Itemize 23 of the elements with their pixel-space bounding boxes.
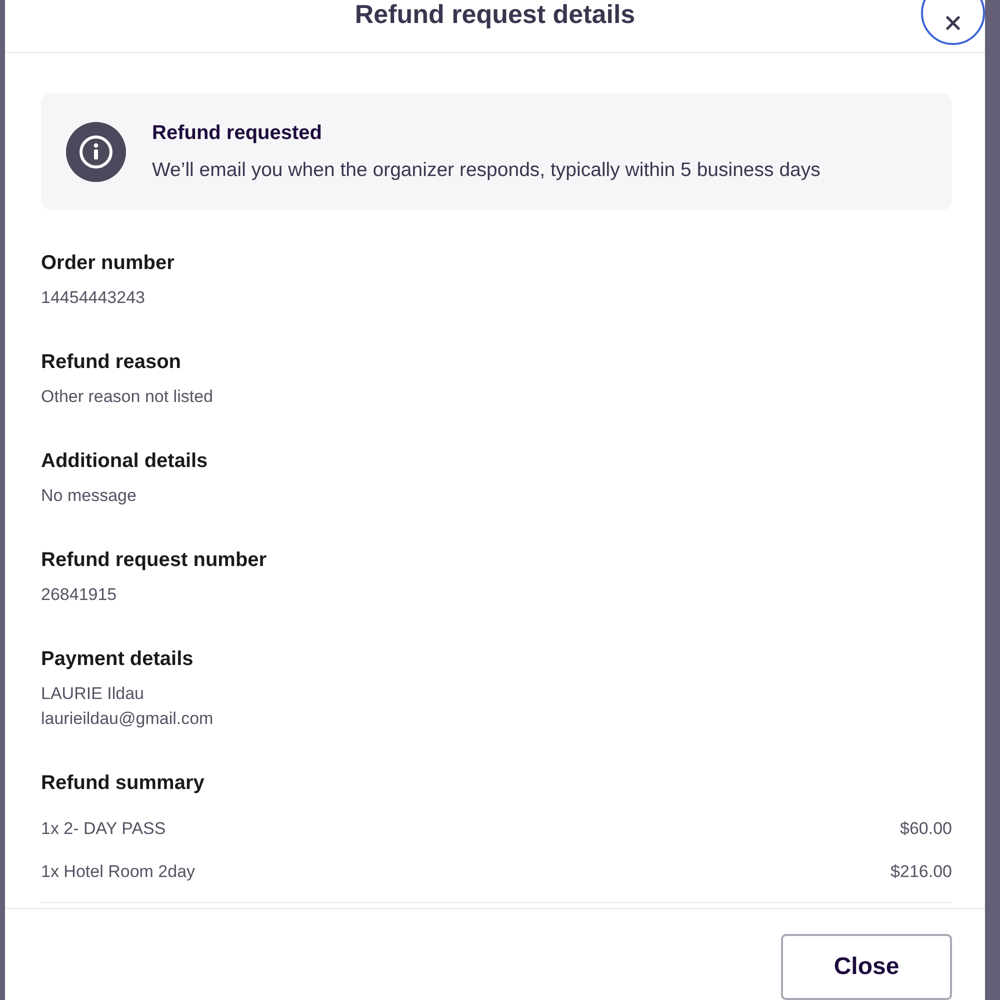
section-value: LAURIE Ildau [41,683,144,705]
close-icon [946,16,960,30]
section-heading: Refund reason [41,350,182,374]
section-heading: Refund summary [41,771,204,795]
item-amount: $60.00 [900,818,952,840]
section-value: laurieildau@gmail.com [41,708,214,730]
dialog-title: Refund request details [354,0,636,29]
item-description: 1x 2- DAY PASS [41,818,166,840]
section-heading: Additional details [41,449,208,473]
section-heading: Refund request number [41,548,267,572]
info-icon [66,122,126,182]
section-heading: Payment details [41,647,194,671]
section-value: 14454443243 [41,287,146,309]
section-value: No message [41,485,136,507]
section-value: 26841915 [41,584,117,606]
close-dialog-button[interactable]: Close [781,934,952,1000]
close-button[interactable] [921,0,985,45]
section-heading: Order number [41,251,174,275]
notice-title: Refund requested [152,121,322,145]
item-amount: $216.00 [890,861,952,883]
section-value: Other reason not listed [41,386,213,408]
notice-message: We’ll email you when the organizer responds, typically within 5 business days [152,158,820,182]
item-description: 1x Hotel Room 2day [41,861,196,883]
